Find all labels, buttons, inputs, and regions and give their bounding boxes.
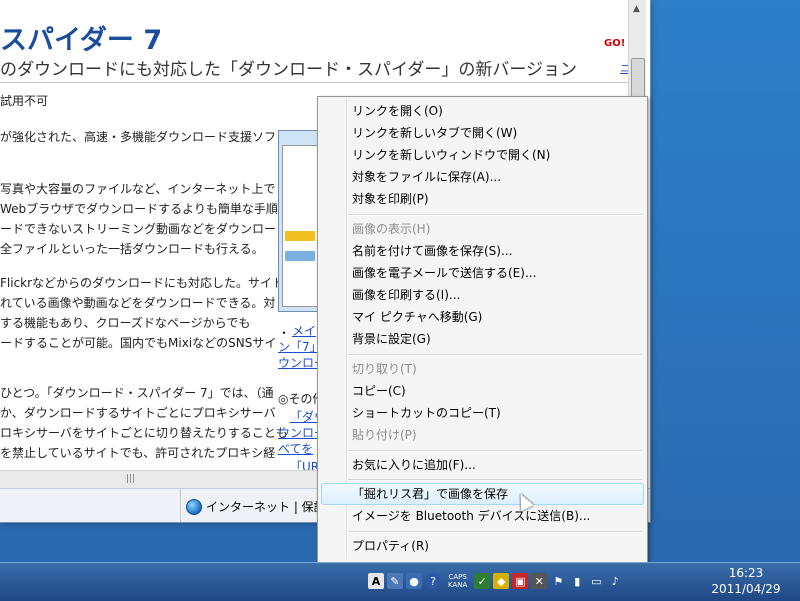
menu-item-print-target[interactable]: 対象を印刷(P) (352, 189, 429, 209)
article-line: が強化された、高速・多機能ダウンロード支援ソフ (0, 130, 277, 144)
article-line: ロキシサーバをサイトごとに切り替えたりすることも (0, 426, 288, 440)
menu-item-email-picture[interactable]: 画像を電子メールで送信する(E)... (352, 263, 536, 283)
help-icon[interactable]: ? (425, 573, 441, 589)
menu-separator (348, 479, 642, 481)
context-menu: リンクを開く(O) リンクを新しいタブで開く(W) リンクを新しいウィンドウで開… (317, 96, 648, 564)
menu-item-show-picture: 画像の表示(H) (352, 222, 431, 236)
ime-pad-icon[interactable]: ● (406, 573, 422, 589)
menu-item-horerisu-save[interactable]: 「掘れリス君」で画像を保存 (352, 484, 508, 504)
article-line: 全ファイルといった一括ダウンロードも行える。 (0, 242, 264, 256)
article-line: Flickrなどからのダウンロードにも対応した。サイト (0, 276, 285, 290)
device-tray-icon[interactable]: ▮ (569, 573, 585, 589)
go-banner[interactable]: GO! (604, 38, 625, 49)
security-zone[interactable]: インターネット | 保護 (186, 498, 326, 515)
article-line: ードすることが可能。国内でもMixiなどのSNSサイ (0, 336, 277, 350)
app-tray-icon[interactable]: ◆ (493, 573, 510, 589)
article-line: れている画像や動画などをダウンロードできる。対 (0, 296, 276, 310)
menu-item-open-new-tab[interactable]: リンクを新しいタブで開く(W) (352, 123, 517, 143)
menu-item-copy-shortcut[interactable]: ショートカットのコピー(T) (352, 403, 501, 423)
article-line: Webブラウザでダウンロードするよりも簡単な手順 (0, 202, 278, 216)
scroll-grip-icon[interactable]: ||| (126, 474, 135, 484)
monitor-tray-icon[interactable]: ▣ (512, 573, 529, 589)
clock-date: 2011/04/29 (711, 582, 781, 596)
go-link[interactable]: ニ (620, 60, 628, 75)
menu-item-copy[interactable]: コピー(C) (352, 381, 406, 401)
clock-time: 16:23 (728, 566, 764, 580)
globe-icon (186, 498, 202, 515)
title-divider (0, 82, 628, 83)
menu-item-save-picture-as[interactable]: 名前を付けて画像を保存(S)... (352, 241, 512, 261)
menu-separator (348, 450, 642, 452)
article-line: ひとつ。「ダウンロード・スパイダー 7」では、（通 (0, 386, 274, 400)
action-center-flag-icon[interactable]: ⚑ (550, 573, 566, 589)
caps-kana-indicator: CAPS KANA (448, 573, 468, 589)
volume-icon[interactable]: ♪ (607, 573, 623, 589)
menu-separator (348, 531, 642, 533)
menu-item-paste: 貼り付け(P) (352, 428, 417, 442)
article-line: ードできないストリーミング動画などをダウンロード (0, 222, 289, 236)
network-icon[interactable]: ▭ (588, 573, 604, 589)
article-line: か、ダウンロードするサイトごとにプロキシサーバ (0, 406, 276, 420)
security-shield-icon[interactable]: ✓ (474, 573, 491, 589)
menu-item-print-picture[interactable]: 画像を印刷する(I)... (352, 285, 460, 305)
blocked-tray-icon[interactable]: ✕ (531, 573, 548, 589)
menu-item-save-target[interactable]: 対象をファイルに保存(A)... (352, 167, 501, 187)
article-line: する機能もあり、クローズドなページからでも (0, 316, 251, 330)
menu-item-set-background[interactable]: 背景に設定(G) (352, 329, 431, 349)
menu-separator (348, 214, 642, 216)
menu-item-add-favorites[interactable]: お気に入りに追加(F)... (352, 455, 476, 475)
security-zone-label: インターネット | 保護 (206, 500, 326, 514)
side-link[interactable]: メイ (292, 322, 316, 339)
article-line: 写真や大容量のファイルなど、インターネット上で (0, 182, 276, 196)
menu-item-open-link[interactable]: リンクを開く(O) (352, 101, 443, 121)
tools-icon[interactable]: ✎ (387, 573, 403, 589)
ime-mode-icon[interactable]: A (368, 573, 384, 589)
article-line: 試用不可 (0, 94, 49, 108)
side-link[interactable]: べてを (278, 440, 313, 457)
menu-item-go-my-pictures[interactable]: マイ ピクチャへ移動(G) (352, 307, 482, 327)
menu-item-cut: 切り取り(T) (352, 362, 417, 376)
taskbar-clock[interactable]: 16:23 2011/04/29 (700, 565, 792, 597)
scroll-up-icon[interactable]: ▲ (633, 4, 640, 14)
menu-separator (348, 354, 642, 356)
article-line: を禁止しているサイトでも、許可されたプロキシ経 (0, 446, 276, 460)
page-subtitle: のダウンロードにも対応した「ダウンロード・スパイダー」の新バージョン (0, 60, 577, 80)
page-title: スパイダー 7 (0, 25, 163, 56)
system-tray: A ✎ ● ? CAPS KANA ✓ ◆ ▣ ✕ ⚑ ▮ ▭ ♪ (368, 566, 623, 596)
menu-item-properties[interactable]: プロパティ(R) (352, 536, 429, 556)
menu-item-send-bluetooth[interactable]: イメージを Bluetooth デバイスに送信(B)... (352, 506, 590, 526)
menu-item-open-new-window[interactable]: リンクを新しいウィンドウで開く(N) (352, 145, 550, 165)
